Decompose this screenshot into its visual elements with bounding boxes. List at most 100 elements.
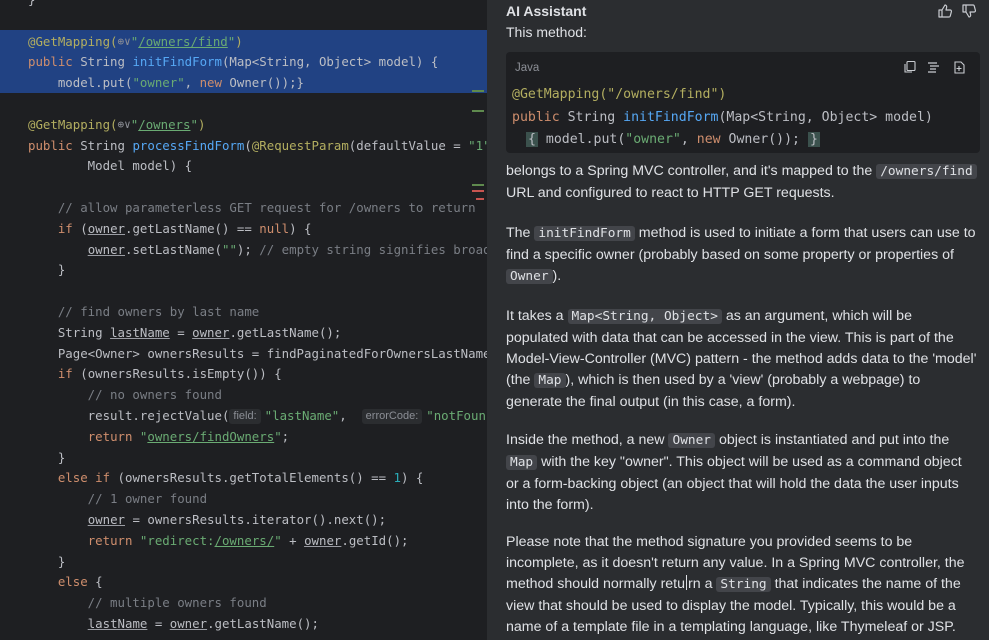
code-line: @GetMapping(⊕∨"/owners/find") [28,32,243,53]
code-token: ) [197,116,206,132]
inline-code: Map [506,454,538,470]
code-token: model.put( [28,75,133,91]
paragraph-text: ), which is then used by a 'view' (proba… [506,371,921,410]
thumbs-down-icon[interactable] [961,3,977,19]
format-icon[interactable] [927,60,941,74]
code-token: String [28,324,111,340]
code-token: = ownersResults.iterator().next(); [125,512,387,527]
code-token: } [807,132,820,147]
inline-code: /owners/find [876,164,977,179]
code-token: ); [236,241,260,257]
code-token: "lastName" [264,408,340,423]
code-line: result.rejectValue(field: "lastName", err… [28,406,486,427]
code-token: else if [57,470,118,486]
paragraph-text: belongs to a Spring MVC controller, and … [506,163,877,179]
inline-code: initFindForm [534,226,635,241]
code-token: public [512,110,560,125]
code-token: " [274,428,282,444]
code-token: , [184,75,200,91]
code-token: } [28,449,66,465]
code-token: "" [221,241,237,257]
code-line: // allow parameterless GET request for /… [28,198,476,219]
paragraph-text: URL and configured to react to HTTP GET … [506,184,835,201]
code-token: // multiple owners found [28,595,267,611]
code-token: , [339,408,362,423]
code-token: } [28,553,66,569]
code-token: (defaultValue = [348,137,469,153]
response-paragraph-5: Please note that the method signature yo… [506,532,978,638]
copy-icon[interactable] [903,60,917,74]
change-marker [476,198,484,200]
parameter-hint: errorCode: [361,409,423,424]
code-token: owner [169,616,208,631]
code-line: owner.setLastName(""); // empty string s… [28,240,487,261]
parameter-hint: field: [229,409,261,424]
code-line: } [28,552,65,573]
response-paragraph-3: It takes a Map<String, Object> as an arg… [506,306,978,413]
code-token: ; [281,428,290,444]
change-marker [472,184,484,186]
code-token: .setLastName( [125,241,222,257]
paragraph-text: with the key "owner". This object will b… [506,453,962,513]
inline-code: String [716,576,771,592]
code-line: return "owners/findOwners"; [28,427,289,448]
code-token: " [274,532,282,548]
response-paragraph-4: Inside the method, a new Owner object is… [506,430,978,516]
code-token: Owner());} [229,75,305,91]
code-line: } [28,0,35,11]
text-cursor [686,574,688,590]
code-token: return [87,532,140,548]
code-token: // find owners by last name [28,304,260,319]
code-token: owners/findOwners [147,428,275,444]
change-marker [472,190,484,192]
code-token: " [190,116,198,132]
code-token: if [57,220,81,236]
endpoint-globe-icon: ⊕∨ [117,117,131,131]
code-line: @GetMapping(⊕∨"/owners") [28,115,205,136]
code-token: ( [80,220,88,236]
code-token: ( [244,137,252,153]
code-token: else [57,574,96,590]
code-token: // allow parameterless GET request for /… [28,200,476,215]
code-line: // 1 owner found [28,489,207,510]
code-token: model.put( [537,132,626,147]
code-line: if (ownersResults.isEmpty()) { [28,364,282,385]
paragraph-text: ). [552,267,562,284]
code-line: } [28,260,65,281]
insert-icon[interactable] [952,60,966,74]
code-token: result.rejectValue( [28,408,230,423]
code-token: Owner()); [720,132,800,147]
code-token: "notFoun [426,408,486,423]
code-token: new [696,132,721,147]
code-line: else if (ownersResults.getTotalElements(… [28,468,424,489]
code-token: + [281,532,305,548]
code-token: String [559,110,624,125]
code-editor[interactable]: } @GetMapping(⊕∨"/owners/find")public Str… [0,0,487,640]
code-token: // 1 owner found [28,491,208,507]
code-token: // empty string signifies broad [259,241,487,257]
paragraph-text: rn a [688,575,717,592]
code-token: Model model) { [28,158,193,174]
code-line: else { [28,572,103,593]
code-line: public String initFindForm(Map<String, O… [28,52,438,73]
code-token: /owners/ [214,532,275,548]
code-token: .getLastName(); [229,324,342,340]
inline-code: Map<String, Object> [567,309,722,324]
code-line: Model model) { [28,156,192,177]
code-token: "owner" [625,132,681,147]
code-line: } [28,448,65,469]
code-token: if [57,366,81,382]
code-token: owner [304,532,342,548]
code-token: , [680,132,697,147]
thumbs-up-icon[interactable] [937,3,953,19]
code-token: ) [235,33,243,49]
code-token: // no owners found [28,387,222,403]
code-token: "redirect: [139,532,215,548]
endpoint-globe-icon: ⊕∨ [117,34,131,48]
inline-code: Owner [668,433,716,448]
code-line-1: @GetMapping("/owners/find") [512,87,726,102]
